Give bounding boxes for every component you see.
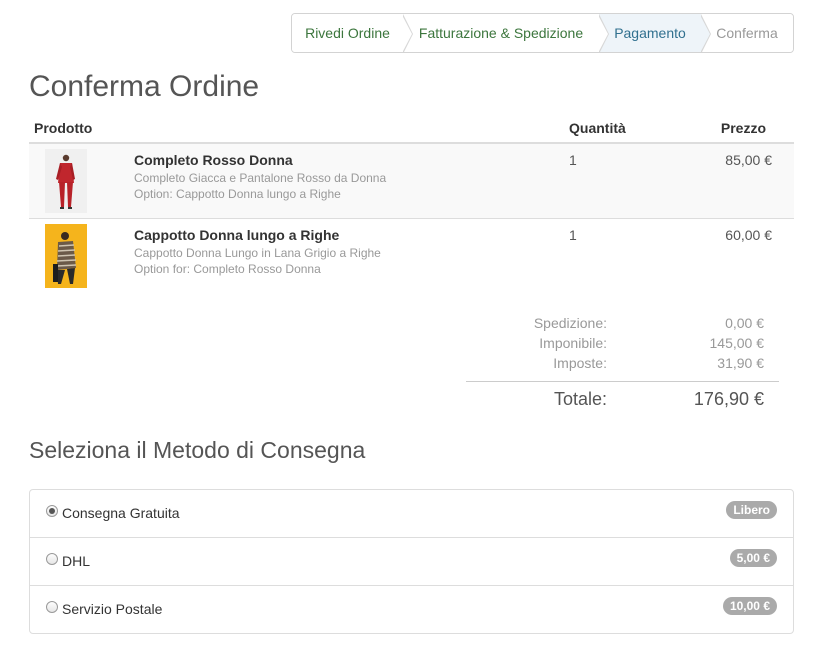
product-description: Cappotto Donna Lungo in Lana Grigio a Ri… bbox=[134, 246, 381, 260]
step-review-order[interactable]: Rivedi Ordine bbox=[292, 14, 413, 52]
delivery-options: Consegna Gratuita Libero DHL 5,00 € Serv… bbox=[29, 489, 794, 634]
header-product: Prodotto bbox=[34, 120, 93, 136]
delivery-option-postal[interactable]: Servizio Postale 10,00 € bbox=[30, 586, 793, 634]
delivery-option-dhl[interactable]: DHL 5,00 € bbox=[30, 538, 793, 586]
step-separator bbox=[598, 14, 609, 52]
product-option: Option for: Completo Rosso Donna bbox=[134, 262, 321, 276]
step-payment[interactable]: Pagamento bbox=[599, 14, 711, 52]
delivery-option-label: Consegna Gratuita bbox=[62, 505, 180, 521]
product-price: 60,00 € bbox=[725, 227, 772, 243]
product-image-striped-coat[interactable] bbox=[45, 224, 87, 288]
step-confirm[interactable]: Conferma bbox=[701, 14, 793, 52]
step-separator bbox=[700, 14, 711, 52]
price-badge: Libero bbox=[726, 501, 777, 519]
totals-divider bbox=[466, 381, 779, 382]
product-quantity: 1 bbox=[569, 227, 577, 243]
step-label: Rivedi Ordine bbox=[305, 25, 390, 41]
tax-label: Imposte: bbox=[553, 355, 607, 371]
radio-button[interactable] bbox=[46, 601, 58, 613]
order-totals: Spedizione: 0,00 € Imponibile: 145,00 € … bbox=[466, 313, 779, 409]
step-label: Conferma bbox=[716, 25, 778, 41]
radio-button[interactable] bbox=[46, 505, 58, 517]
product-name[interactable]: Cappotto Donna lungo a Righe bbox=[134, 227, 339, 243]
shipping-value: 0,00 € bbox=[725, 315, 764, 331]
shipping-label: Spedizione: bbox=[533, 315, 607, 331]
subtotal-value: 145,00 € bbox=[709, 335, 765, 351]
step-separator bbox=[402, 14, 413, 52]
header-quantity: Quantità bbox=[569, 120, 626, 136]
table-row: Cappotto Donna lungo a Righe Cappotto Do… bbox=[29, 218, 794, 293]
step-label: Fatturazione & Spedizione bbox=[418, 25, 584, 41]
shipping-row: Spedizione: 0,00 € bbox=[466, 313, 779, 333]
product-name[interactable]: Completo Rosso Donna bbox=[134, 152, 293, 168]
radio-button[interactable] bbox=[46, 553, 58, 565]
tax-row: Imposte: 31,90 € bbox=[466, 353, 779, 373]
product-description: Completo Giacca e Pantalone Rosso da Don… bbox=[134, 171, 387, 185]
price-badge: 5,00 € bbox=[729, 549, 777, 567]
delivery-option-free[interactable]: Consegna Gratuita Libero bbox=[30, 490, 793, 538]
step-billing-shipping[interactable]: Fatturazione & Spedizione bbox=[403, 14, 609, 52]
price-badge: 10,00 € bbox=[722, 597, 777, 615]
delivery-option-label: DHL bbox=[62, 553, 91, 569]
header-price: Prezzo bbox=[720, 120, 766, 136]
product-image-red-suit[interactable] bbox=[45, 149, 87, 213]
total-row: Totale: 176,90 € bbox=[466, 389, 779, 415]
total-value: 176,90 € bbox=[693, 389, 764, 409]
table-row: Completo Rosso Donna Completo Giacca e P… bbox=[29, 144, 794, 219]
checkout-steps: Rivedi Ordine Fatturazione & Spedizione … bbox=[291, 13, 794, 53]
product-option: Option: Cappotto Donna lungo a Righe bbox=[134, 187, 341, 201]
page-title: Conferma Ordine bbox=[29, 70, 260, 103]
total-label: Totale: bbox=[553, 389, 607, 409]
step-label: Pagamento bbox=[614, 25, 686, 41]
tax-value: 31,90 € bbox=[717, 355, 764, 371]
delivery-section-title: Seleziona il Metodo di Consegna bbox=[29, 437, 366, 463]
product-price: 85,00 € bbox=[725, 152, 772, 168]
subtotal-row: Imponibile: 145,00 € bbox=[466, 333, 779, 353]
product-quantity: 1 bbox=[569, 152, 577, 168]
subtotal-label: Imponibile: bbox=[539, 335, 607, 351]
order-table-header: Prodotto Quantità Prezzo bbox=[29, 117, 794, 144]
delivery-option-label: Servizio Postale bbox=[62, 601, 163, 617]
